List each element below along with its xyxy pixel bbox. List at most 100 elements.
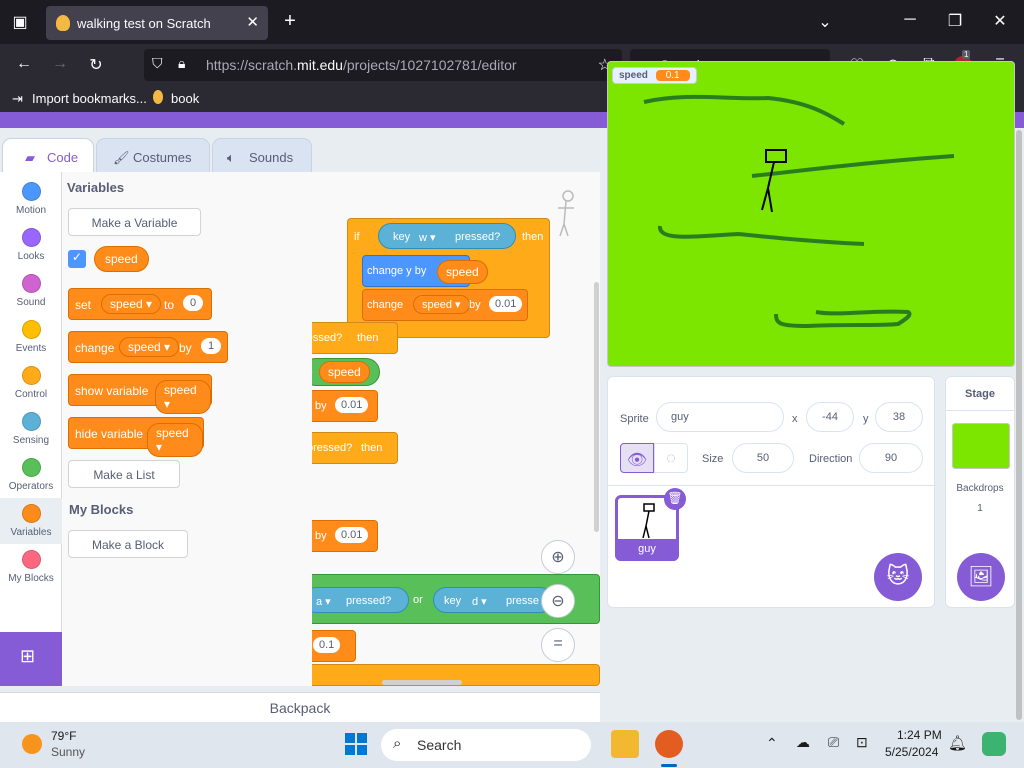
set-variable-block[interactable]: set speed ▾ to 0: [68, 288, 212, 320]
change-speed-block-2[interactable]: by 0.01: [312, 390, 378, 422]
back-icon[interactable]: ←: [14, 55, 34, 73]
operators-dot-icon: [21, 458, 41, 477]
palette-heading-variables: Variables: [67, 180, 125, 195]
if-d-block-top[interactable]: pressed? then: [312, 432, 398, 464]
display-icon[interactable]: ⎚: [828, 734, 839, 751]
file-explorer-icon[interactable]: [611, 730, 639, 758]
if-w-block[interactable]: if key w ▾ pressed? then change y by spe…: [347, 218, 550, 338]
url-text: https://scratch.mit.edu/projects/1027102…: [206, 57, 517, 73]
palette-heading-my-blocks: My Blocks: [69, 502, 134, 517]
tab-close-icon[interactable]: ✕: [246, 13, 259, 31]
stage-selector[interactable]: Stage Backdrops 1 🖼︎: [945, 376, 1015, 608]
script-workspace[interactable]: if key w ▾ pressed? then change y by spe…: [312, 172, 600, 686]
delete-sprite-button[interactable]: 🗑︎: [664, 488, 686, 510]
clock-date[interactable]: 5/25/2024: [885, 745, 938, 759]
show-variable-block[interactable]: show variable speed ▾: [68, 374, 212, 414]
speaker-icon: 🔈︎: [227, 150, 235, 165]
category-operators[interactable]: Operators: [0, 452, 62, 498]
taskbar-search[interactable]: ⌕ Search: [381, 729, 591, 761]
category-control[interactable]: Control: [0, 360, 62, 406]
reload-icon[interactable]: ↻: [86, 55, 106, 75]
myblocks-dot-icon: [21, 550, 41, 569]
make-variable-button[interactable]: Make a Variable: [68, 208, 201, 236]
clock-time[interactable]: 1:24 PM: [897, 728, 942, 742]
hide-sprite-button[interactable]: ◌: [654, 443, 688, 473]
add-extension-icon: ⊞: [20, 646, 36, 666]
speed-reporter-dragged[interactable]: speed: [437, 260, 488, 284]
zoom-reset-icon: =: [553, 635, 563, 652]
tab-code[interactable]: ▰ Code: [2, 138, 94, 174]
firefox-view-icon[interactable]: ▣: [10, 12, 30, 32]
make-block-button[interactable]: Make a Block: [68, 530, 188, 558]
book-favicon-icon: [153, 90, 163, 104]
sensing-dot-icon: [21, 412, 41, 431]
lock-icon[interactable]: 🔒︎: [178, 55, 185, 72]
copilot-icon[interactable]: [982, 732, 1006, 756]
change-speed-block[interactable]: change speed ▾ by 0.01: [362, 289, 528, 321]
minimize-icon[interactable]: ─: [900, 11, 920, 29]
variable-reporter-speed[interactable]: speed: [94, 246, 149, 272]
windows-taskbar: 79°F Sunny ⌕ Search ⌃ ☁︎ ⎚ ⊡ 1:24 PM 5/2…: [0, 722, 1024, 768]
firefox-icon[interactable]: [655, 730, 683, 758]
sprite-name-input[interactable]: guy: [656, 402, 784, 432]
category-variables[interactable]: Variables: [0, 498, 62, 544]
network-icon[interactable]: ⊡: [856, 734, 868, 751]
zoom-reset-button[interactable]: =: [541, 628, 575, 662]
windows-start-icon[interactable]: [345, 733, 367, 755]
backpack-header[interactable]: Backpack: [0, 692, 600, 722]
set-speed-block[interactable]: 0.1: [312, 630, 356, 662]
variable-checkbox[interactable]: ✓: [68, 250, 86, 268]
change-y-block[interactable]: change y by speed: [362, 255, 488, 287]
category-my-blocks[interactable]: My Blocks: [0, 544, 62, 590]
tab-sounds[interactable]: 🔈︎ Sounds: [212, 138, 312, 174]
new-tab-icon[interactable]: +: [280, 10, 300, 33]
change-speed-block-3[interactable]: by 0.01: [312, 520, 378, 552]
backdrops-label: Backdrops: [956, 483, 1004, 494]
active-app-indicator: [661, 764, 677, 767]
category-events[interactable]: Events: [0, 314, 62, 360]
page-scrollbar[interactable]: [1016, 130, 1022, 720]
sprite-thumbnail-name: guy: [615, 539, 679, 561]
stage-thumbnail[interactable]: [952, 423, 1010, 469]
choose-backdrop-button[interactable]: 🖼︎: [957, 553, 1005, 601]
bookmark-book[interactable]: book: [171, 91, 199, 106]
if-s-block-top[interactable]: pressed? then: [312, 322, 398, 354]
bookmark-import[interactable]: Import bookmarks...: [32, 91, 147, 106]
show-sprite-button[interactable]: 👁︎: [620, 443, 654, 473]
x-input[interactable]: -44: [806, 402, 854, 432]
size-input[interactable]: 50: [732, 443, 794, 473]
make-list-button[interactable]: Make a List: [68, 460, 180, 488]
subtract-operator-block[interactable]: - speed: [312, 358, 380, 386]
zoom-in-button[interactable]: ⊕: [541, 540, 575, 574]
address-bar[interactable]: ⛉ 🔒︎ https://scratch.mit.edu/projects/10…: [144, 49, 622, 81]
category-sensing[interactable]: Sensing: [0, 406, 62, 452]
sun-icon[interactable]: [22, 734, 42, 754]
sprite-thumbnail[interactable]: guy 🗑︎: [615, 488, 686, 561]
workspace-vertical-scrollbar[interactable]: [594, 282, 599, 532]
onedrive-icon[interactable]: ☁︎: [796, 734, 810, 751]
hide-variable-block[interactable]: hide variable speed ▾: [68, 417, 204, 457]
direction-input[interactable]: 90: [859, 443, 923, 473]
list-all-tabs-icon[interactable]: ⌄: [815, 12, 835, 32]
shield-icon[interactable]: ⛉: [152, 55, 163, 72]
tray-chevron-icon[interactable]: ⌃: [766, 735, 778, 752]
workspace-horizontal-scrollbar[interactable]: [382, 680, 462, 685]
browser-tab[interactable]: walking test on Scratch ✕: [46, 6, 268, 40]
category-motion[interactable]: Motion: [0, 176, 62, 222]
zoom-out-button[interactable]: ⊖: [541, 584, 575, 618]
category-sound[interactable]: Sound: [0, 268, 62, 314]
maximize-icon[interactable]: ❐: [945, 11, 965, 31]
trash-icon: 🗑︎: [667, 491, 683, 505]
change-variable-block[interactable]: change speed ▾ by 1: [68, 331, 228, 363]
choose-sprite-button[interactable]: 🐱︎: [874, 553, 922, 601]
key-w-pressed-block[interactable]: key w ▾ pressed?: [378, 223, 516, 249]
window-close-icon[interactable]: ✕: [990, 11, 1010, 31]
forward-icon[interactable]: →: [50, 55, 70, 73]
stage-title: Stage: [946, 377, 1014, 411]
tab-costumes[interactable]: 🖌︎ Costumes: [96, 138, 210, 174]
stage-canvas[interactable]: speed 0.1: [607, 61, 1015, 367]
notification-bell-icon[interactable]: 🔔︎: [948, 734, 967, 752]
add-extension-button[interactable]: ⊞: [0, 632, 62, 686]
y-input[interactable]: 38: [875, 402, 923, 432]
category-looks[interactable]: Looks: [0, 222, 62, 268]
